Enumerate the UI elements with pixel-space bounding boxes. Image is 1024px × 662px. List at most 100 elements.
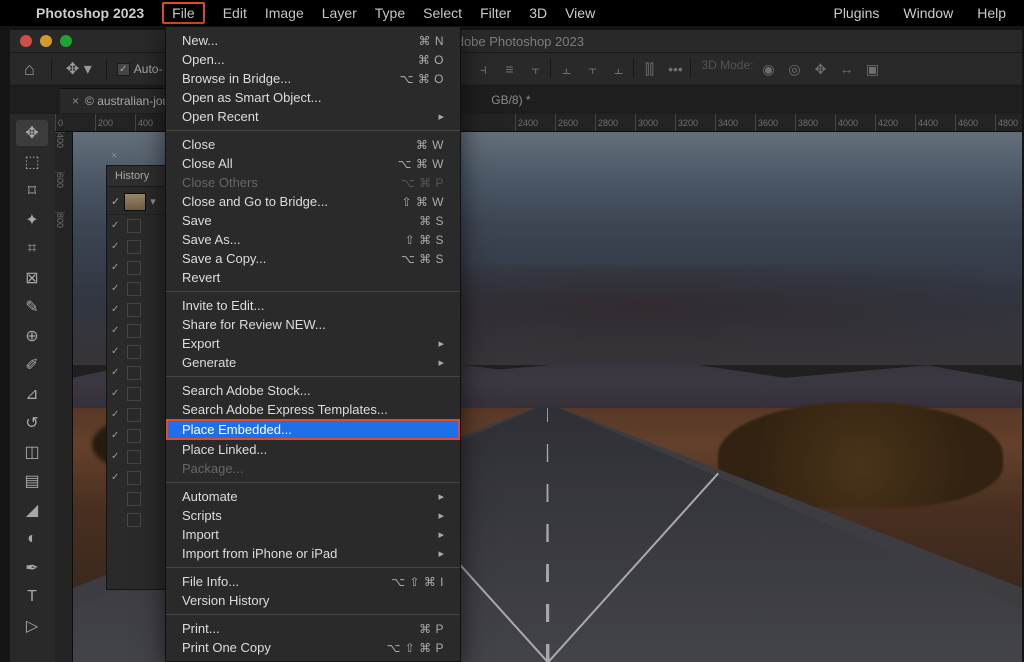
panel-close-icon[interactable]: × (111, 150, 117, 162)
crop-tool[interactable]: ⌗ (16, 236, 48, 262)
options-bar: ⌂ ✥ ▾ ✓ Auto- ⫞ ≡ ⫟ ⫠ ⫟ ⫠ ⫿⫿ ••• 3D Mode… (10, 52, 1022, 86)
submenu-arrow-icon: ▸ (438, 337, 444, 350)
menu-item-save-as[interactable]: Save As...⇧ ⌘ S (166, 230, 460, 249)
menu-edit[interactable]: Edit (223, 5, 247, 21)
auto-select-checkbox[interactable]: ✓ Auto- (117, 62, 163, 76)
menu-item-save[interactable]: Save⌘ S (166, 211, 460, 230)
clone-stamp-tool[interactable]: ⊿ (16, 381, 48, 407)
menu-item-new[interactable]: New...⌘ N (166, 31, 460, 50)
distribute-icon[interactable]: ⫿⫿ (638, 58, 660, 80)
menu-layer[interactable]: Layer (322, 5, 357, 21)
vertical-ruler: 400600800 (55, 132, 73, 662)
align-top-icon[interactable]: ⫠ (555, 58, 577, 80)
menu-item-revert[interactable]: Revert (166, 268, 460, 287)
mac-menubar: Photoshop 2023 File Edit Image Layer Typ… (0, 0, 1024, 26)
dodge-tool[interactable]: ◐ (16, 526, 48, 552)
pen-tool[interactable]: ✒ (16, 555, 48, 581)
menu-item-share-review[interactable]: Share for Review NEW... (166, 315, 460, 334)
type-tool[interactable]: T (16, 584, 48, 610)
menu-window[interactable]: Window (903, 5, 953, 21)
blur-tool[interactable]: ◢ (16, 497, 48, 523)
snapshot-thumb-icon (124, 193, 146, 211)
menu-item-place-embedded[interactable]: Place Embedded... (166, 419, 460, 440)
menu-item-export[interactable]: Export▸ (166, 334, 460, 353)
quick-select-tool[interactable]: ✦ (16, 207, 48, 233)
frame-tool[interactable]: ⊠ (16, 265, 48, 291)
menu-type[interactable]: Type (375, 5, 405, 21)
menu-item-close-others: Close Others⌥ ⌘ P (166, 173, 460, 192)
menu-item-automate[interactable]: Automate▸ (166, 487, 460, 506)
menu-plugins[interactable]: Plugins (833, 5, 879, 21)
move-tool-options-icon[interactable]: ✥ ▾ (62, 57, 96, 81)
menu-file[interactable]: File (162, 2, 205, 24)
marquee-tool[interactable]: ⬚ (16, 149, 48, 175)
submenu-arrow-icon: ▸ (438, 547, 444, 560)
document-tabs: × © australian-jou GB/8) * (10, 86, 1022, 114)
healing-tool[interactable]: ⊕ (16, 323, 48, 349)
menu-filter[interactable]: Filter (480, 5, 511, 21)
mode3d-label: 3D Mode: (701, 58, 753, 80)
pan-3d-icon[interactable]: ✥ (809, 58, 831, 80)
align-left-icon[interactable]: ⫞ (472, 58, 494, 80)
roll-3d-icon[interactable]: ◎ (783, 58, 805, 80)
home-icon[interactable]: ⌂ (18, 59, 41, 80)
camera-3d-icon[interactable]: ▣ (861, 58, 883, 80)
menu-select[interactable]: Select (423, 5, 462, 21)
brush-tool[interactable]: ✐ (16, 352, 48, 378)
align-hcenter-icon[interactable]: ≡ (498, 58, 520, 80)
eraser-tool[interactable]: ◫ (16, 439, 48, 465)
align-bottom-icon[interactable]: ⫠ (607, 58, 629, 80)
lasso-tool[interactable]: ⌑ (16, 178, 48, 204)
document-tab-label: © australian-jou (85, 94, 169, 108)
menu-item-save-copy[interactable]: Save a Copy...⌥ ⌘ S (166, 249, 460, 268)
align-right-icon[interactable]: ⫟ (524, 58, 546, 80)
menu-item-close[interactable]: Close⌘ W (166, 135, 460, 154)
history-brush-tool[interactable]: ↺ (16, 410, 48, 436)
document-tab[interactable]: × © australian-jou (60, 88, 181, 113)
menu-item-print-one-copy[interactable]: Print One Copy⌥ ⇧ ⌘ P (166, 638, 460, 657)
menu-item-search-express[interactable]: Search Adobe Express Templates... (166, 400, 460, 419)
menu-3d[interactable]: 3D (529, 5, 547, 21)
app-window: Adobe Photoshop 2023 ⌂ ✥ ▾ ✓ Auto- ⫞ ≡ ⫟… (10, 30, 1022, 662)
menu-item-browse-bridge[interactable]: Browse in Bridge...⌥ ⌘ O (166, 69, 460, 88)
menu-item-package: Package... (166, 459, 460, 478)
menu-item-invite-edit[interactable]: Invite to Edit... (166, 296, 460, 315)
menu-item-open-recent[interactable]: Open Recent▸ (166, 107, 460, 126)
gradient-tool[interactable]: ▤ (16, 468, 48, 494)
menu-view[interactable]: View (565, 5, 595, 21)
menu-help[interactable]: Help (977, 5, 1006, 21)
menu-item-import[interactable]: Import▸ (166, 525, 460, 544)
path-select-tool[interactable]: ▷ (16, 613, 48, 639)
submenu-arrow-icon: ▸ (438, 110, 444, 123)
tool-panel: ✥ ⬚ ⌑ ✦ ⌗ ⊠ ✎ ⊕ ✐ ⊿ ↺ ◫ ▤ ◢ ◐ ✒ T ▷ (10, 114, 54, 662)
move-tool[interactable]: ✥ (16, 120, 48, 146)
menu-item-print[interactable]: Print...⌘ P (166, 619, 460, 638)
align-vcenter-icon[interactable]: ⫟ (581, 58, 603, 80)
menu-item-close-all[interactable]: Close All⌥ ⌘ W (166, 154, 460, 173)
menu-item-scripts[interactable]: Scripts▸ (166, 506, 460, 525)
submenu-arrow-icon: ▸ (438, 509, 444, 522)
orbit-3d-icon[interactable]: ◉ (757, 58, 779, 80)
app-name: Photoshop 2023 (36, 5, 144, 21)
menu-item-version-history[interactable]: Version History (166, 591, 460, 610)
window-close-button[interactable] (20, 35, 32, 47)
align-group: ⫞ ≡ ⫟ ⫠ ⫟ ⫠ ⫿⫿ ••• 3D Mode: ◉ ◎ ✥ ↔ ▣ (472, 58, 883, 80)
auto-select-label: Auto- (134, 62, 163, 76)
slide-3d-icon[interactable]: ↔ (835, 58, 857, 80)
eyedropper-tool[interactable]: ✎ (16, 294, 48, 320)
menu-image[interactable]: Image (265, 5, 304, 21)
menu-item-open-smart-object[interactable]: Open as Smart Object... (166, 88, 460, 107)
menu-item-search-stock[interactable]: Search Adobe Stock... (166, 381, 460, 400)
menu-item-close-go-bridge[interactable]: Close and Go to Bridge...⇧ ⌘ W (166, 192, 460, 211)
menu-item-generate[interactable]: Generate▸ (166, 353, 460, 372)
submenu-arrow-icon: ▸ (438, 490, 444, 503)
menu-item-file-info[interactable]: File Info...⌥ ⇧ ⌘ I (166, 572, 460, 591)
window-minimize-button[interactable] (40, 35, 52, 47)
menu-item-open[interactable]: Open...⌘ O (166, 50, 460, 69)
close-tab-icon[interactable]: × (72, 94, 79, 108)
file-dropdown-menu: New...⌘ N Open...⌘ O Browse in Bridge...… (165, 26, 461, 662)
window-zoom-button[interactable] (60, 35, 72, 47)
more-icon[interactable]: ••• (664, 58, 686, 80)
menu-item-place-linked[interactable]: Place Linked... (166, 440, 460, 459)
menu-item-import-iphone[interactable]: Import from iPhone or iPad▸ (166, 544, 460, 563)
